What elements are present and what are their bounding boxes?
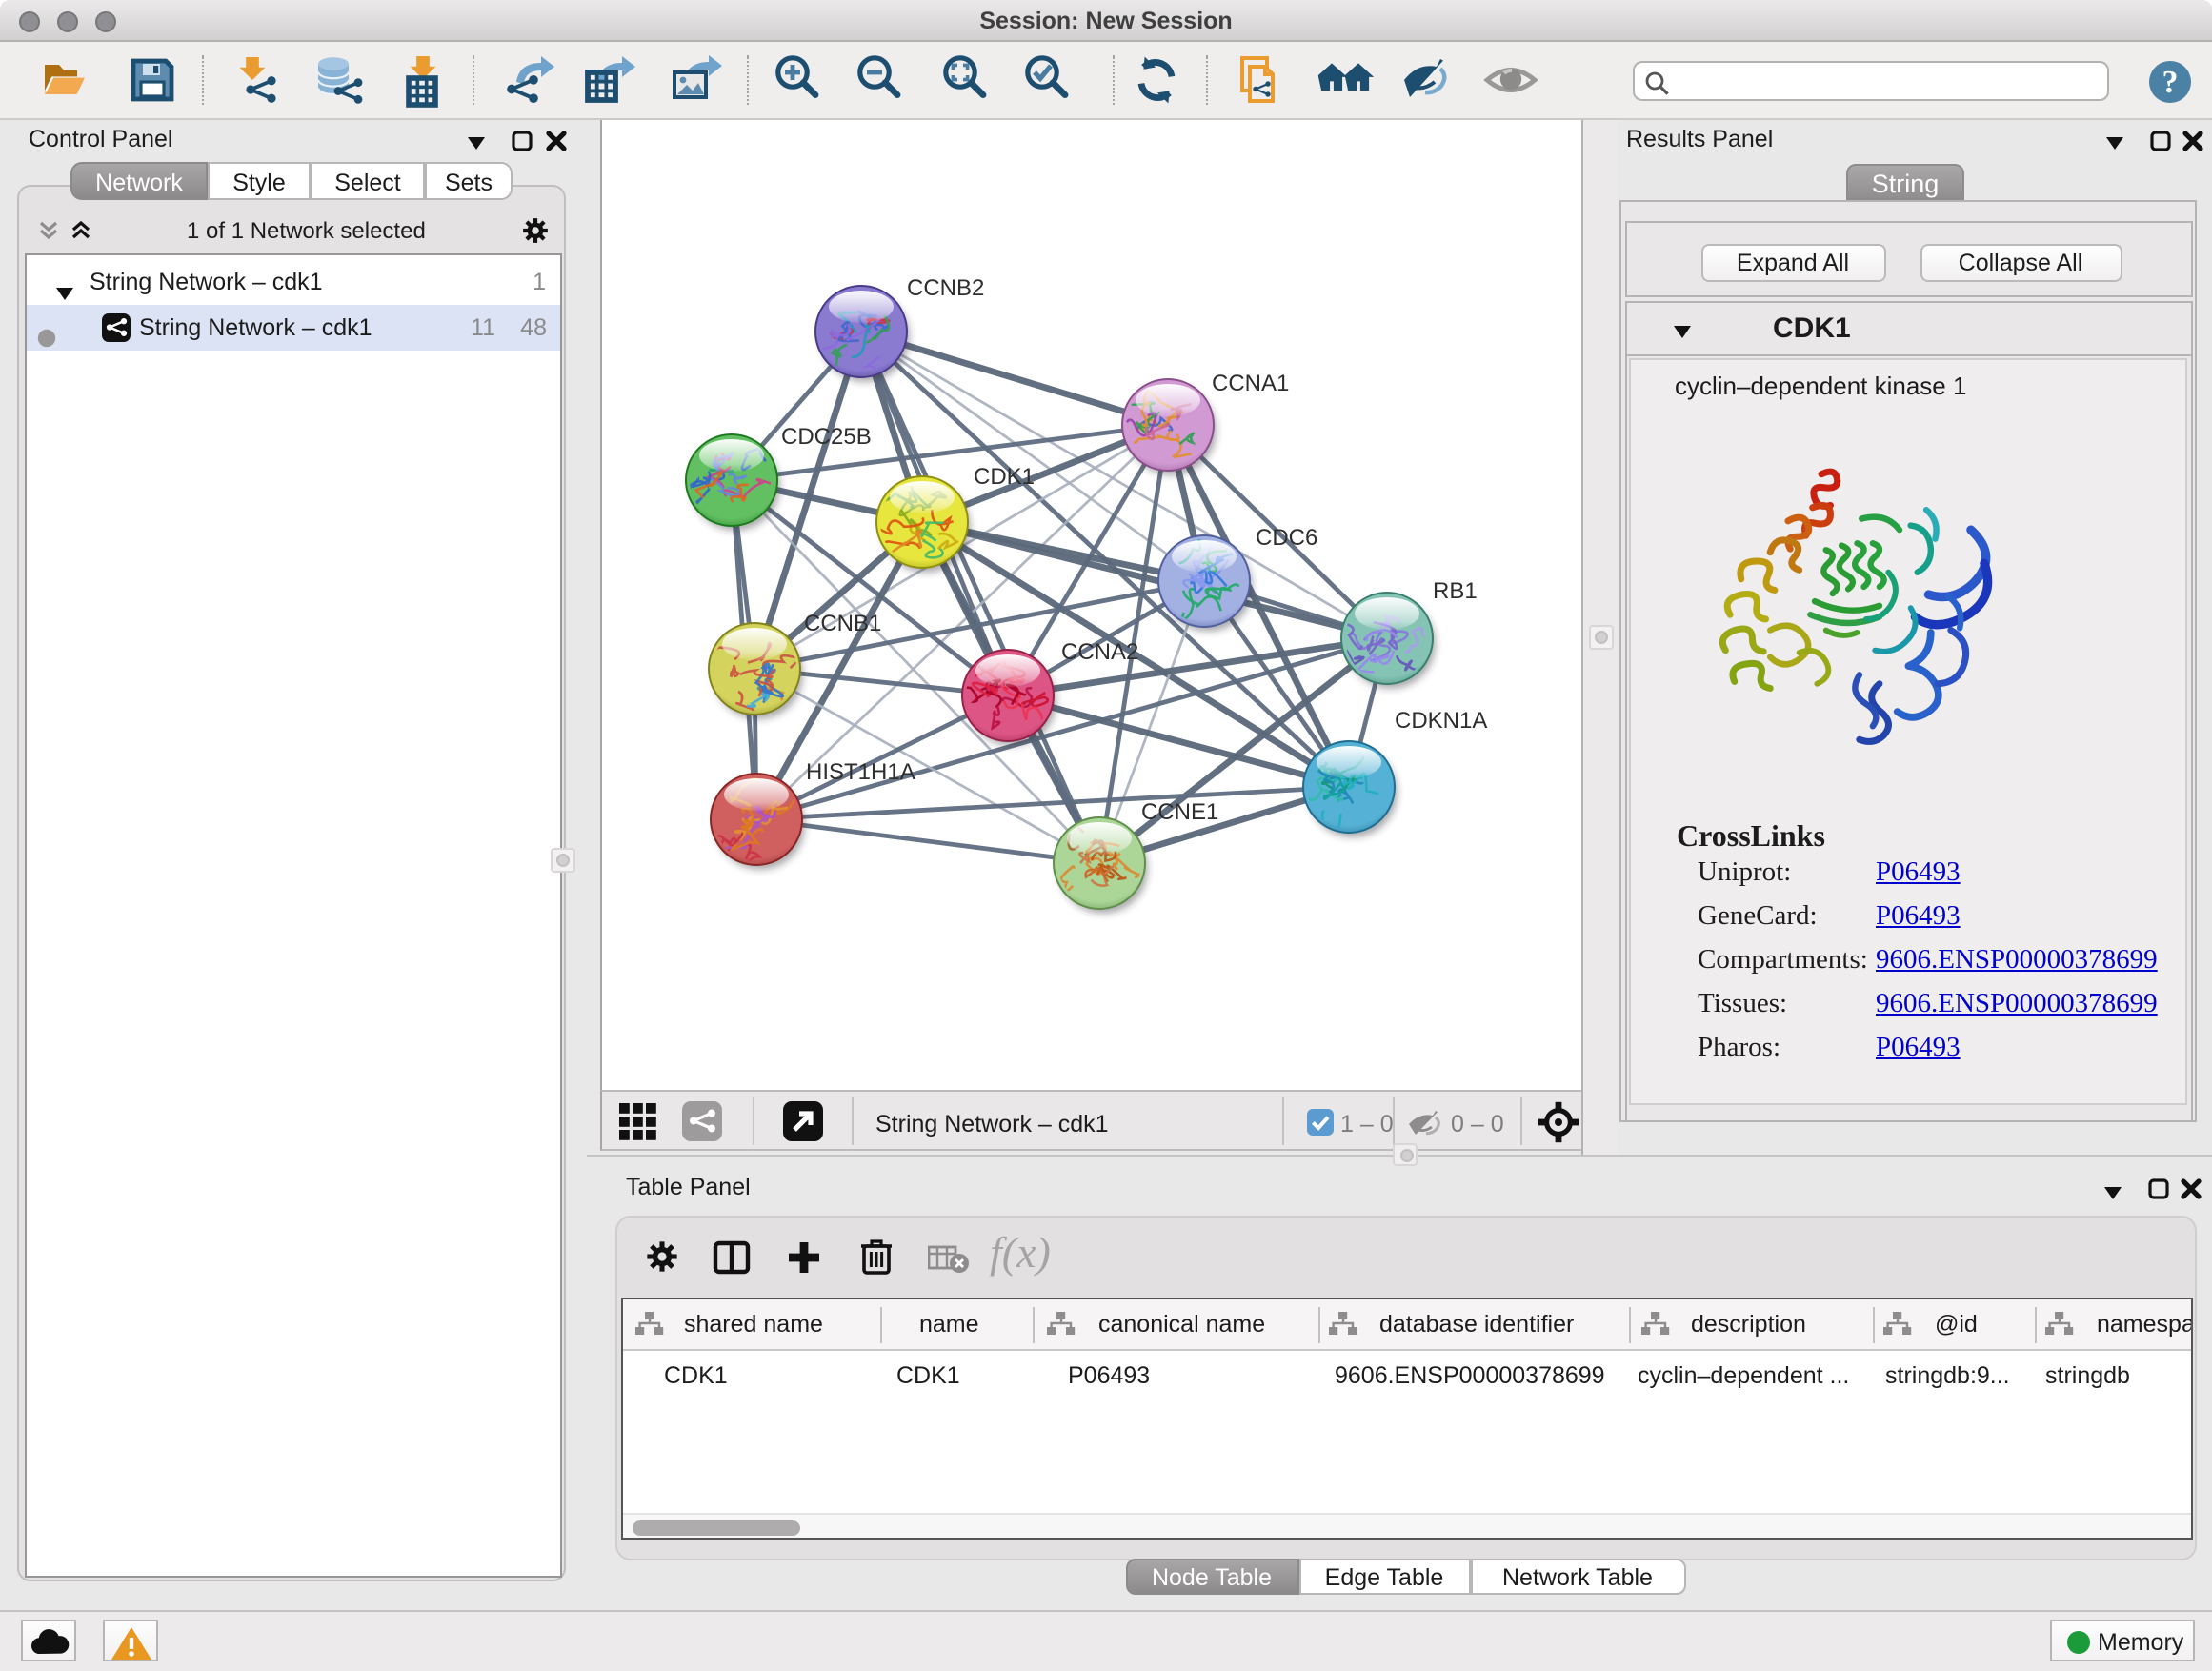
svg-text:CDKN1A: CDKN1A (1394, 707, 1486, 733)
svg-text:CDK1: CDK1 (973, 463, 1034, 489)
svg-text:CCNA1: CCNA1 (1211, 370, 1288, 395)
svg-text:CDC6: CDC6 (1255, 524, 1317, 550)
svg-text:CDC25B: CDC25B (780, 423, 871, 449)
svg-text:HIST1H1A: HIST1H1A (805, 758, 915, 784)
svg-text:RB1: RB1 (1432, 577, 1477, 603)
svg-text:CCNE1: CCNE1 (1140, 798, 1217, 824)
svg-text:CCNB1: CCNB1 (803, 610, 880, 635)
svg-text:?: ? (2162, 65, 2179, 100)
svg-text:CCNB2: CCNB2 (906, 274, 983, 300)
svg-text:CCNA2: CCNA2 (1060, 638, 1137, 664)
